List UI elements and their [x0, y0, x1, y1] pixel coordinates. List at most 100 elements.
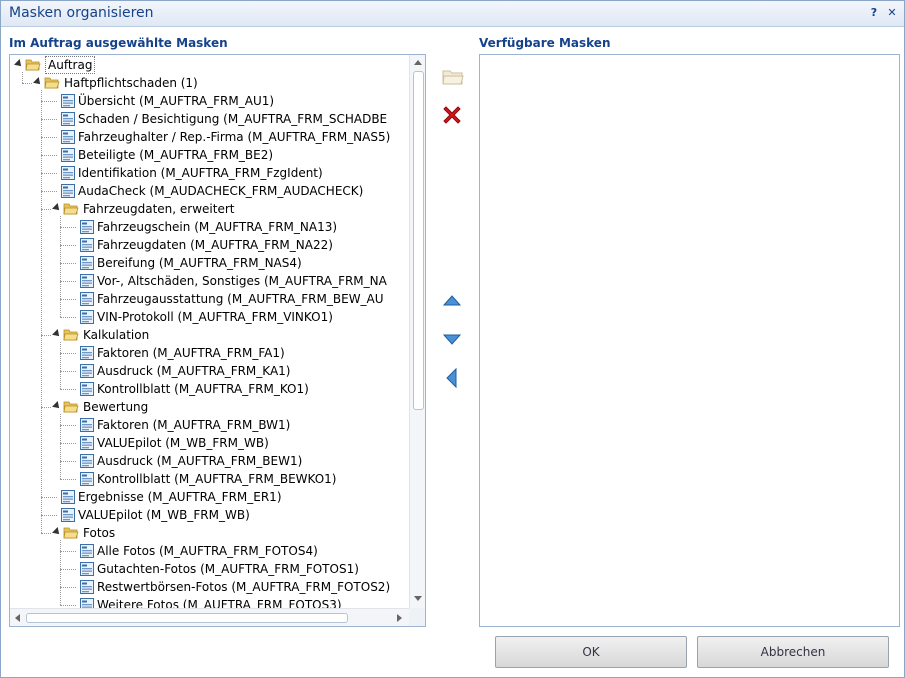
form-mask-icon	[80, 544, 94, 558]
arrow-down-icon	[442, 334, 462, 345]
collapse-triangle-icon[interactable]	[52, 329, 62, 339]
tree-folder-node[interactable]: Auftrag	[10, 56, 409, 74]
vertical-scroll-thumb[interactable]	[413, 71, 424, 410]
tree-mask-node[interactable]: Fahrzeugausstattung (M_AUFTRA_FRM_BEW_AU	[10, 290, 409, 308]
vertical-scrollbar[interactable]	[409, 55, 425, 608]
scroll-up-arrow-icon[interactable]	[414, 60, 422, 65]
tree-folder-node[interactable]: Haftpflichtschaden (1)	[10, 74, 409, 92]
tree-mask-node[interactable]: Faktoren (M_AUFTRA_FRM_FA1)	[10, 344, 409, 362]
form-mask-icon	[80, 472, 94, 486]
tree-mask-node[interactable]: Bereifung (M_AUFTRA_FRM_NAS4)	[10, 254, 409, 272]
tree-mask-node[interactable]: Vor-, Altschäden, Sonstiges (M_AUFTRA_FR…	[10, 272, 409, 290]
dialog-window: Masken organisieren ? ✕ Im Auftrag ausge…	[0, 0, 905, 678]
tree-mask-node[interactable]: Ausdruck (M_AUFTRA_FRM_BEW1)	[10, 452, 409, 470]
help-button[interactable]: ?	[867, 6, 881, 20]
tree-node-label: AudaCheck (M_AUDACHECK_FRM_AUDACHECK)	[78, 184, 364, 198]
tree-mask-node[interactable]: VIN-Protokoll (M_AUFTRA_FRM_VINKO1)	[10, 308, 409, 326]
tree-node-label: Kalkulation	[83, 328, 150, 342]
available-masks-label: Verfügbare Masken	[479, 36, 611, 50]
tree-mask-node[interactable]: VALUEpilot (M_WB_FRM_WB)	[10, 434, 409, 452]
tree-mask-node[interactable]: Übersicht (M_AUFTRA_FRM_AU1)	[10, 92, 409, 110]
folder-open-icon	[63, 527, 79, 539]
folder-open-icon	[63, 329, 79, 341]
collapse-triangle-icon[interactable]	[52, 401, 62, 411]
tree-mask-node[interactable]: Beteiligte (M_AUFTRA_FRM_BE2)	[10, 146, 409, 164]
add-folder-button[interactable]	[441, 65, 465, 87]
folder-open-icon	[63, 203, 79, 215]
tree-mask-node[interactable]: Fahrzeugdaten (M_AUFTRA_FRM_NA22)	[10, 236, 409, 254]
tree-node-label: Fahrzeugschein (M_AUFTRA_FRM_NA13)	[97, 220, 338, 234]
tree-mask-node[interactable]: VALUEpilot (M_WB_FRM_WB)	[10, 506, 409, 524]
form-mask-icon	[80, 580, 94, 594]
tree-connector-line	[41, 90, 42, 533]
form-mask-icon	[61, 184, 75, 198]
tree-mask-node[interactable]: Ergebnisse (M_AUFTRA_FRM_ER1)	[10, 488, 409, 506]
form-mask-icon	[80, 454, 94, 468]
close-button[interactable]: ✕	[885, 6, 899, 20]
tree-node-label: VALUEpilot (M_WB_FRM_WB)	[78, 508, 250, 522]
move-down-button[interactable]	[442, 333, 462, 347]
tree-mask-node[interactable]: Fahrzeughalter / Rep.-Firma (M_AUFTRA_FR…	[10, 128, 409, 146]
scroll-left-arrow-icon[interactable]	[15, 614, 20, 622]
tree-node-label: Schaden / Besichtigung (M_AUFTRA_FRM_SCH…	[78, 112, 388, 126]
tree-mask-node[interactable]: Gutachten-Fotos (M_AUFTRA_FRM_FOTOS1)	[10, 560, 409, 578]
arrow-up-icon	[442, 295, 462, 306]
ok-button[interactable]: OK	[495, 636, 687, 668]
tree-mask-node[interactable]: AudaCheck (M_AUDACHECK_FRM_AUDACHECK)	[10, 182, 409, 200]
tree-node-label: Faktoren (M_AUFTRA_FRM_FA1)	[97, 346, 285, 360]
move-up-button[interactable]	[442, 293, 462, 307]
tree-mask-node[interactable]: Weitere Fotos (M_AUFTRA_FRM_FOTOS3)	[10, 596, 409, 608]
tree-mask-node[interactable]: Identifikation (M_AUFTRA_FRM_FzgIdent)	[10, 164, 409, 182]
tree-connector-line	[60, 414, 61, 479]
horizontal-scroll-thumb[interactable]	[26, 613, 348, 623]
tree-connector-line	[60, 216, 61, 317]
selected-masks-label: Im Auftrag ausgewählte Masken	[9, 36, 228, 50]
tree-mask-node[interactable]: Fahrzeugschein (M_AUFTRA_FRM_NA13)	[10, 218, 409, 236]
tree-mask-node[interactable]: Ausdruck (M_AUFTRA_FRM_KA1)	[10, 362, 409, 380]
tree-connector-line	[60, 342, 61, 389]
selected-masks-tree[interactable]: Auftrag Haftpflichtschaden (1) Übersicht (…	[9, 54, 426, 627]
tree-node-label: Bewertung	[83, 400, 149, 414]
tree-folder-node[interactable]: Fotos	[10, 524, 409, 542]
tree-node-label: Beteiligte (M_AUFTRA_FRM_BE2)	[78, 148, 274, 162]
title-bar: Masken organisieren ? ✕	[1, 1, 904, 27]
window-title: Masken organisieren	[9, 5, 154, 21]
tree-mask-node[interactable]: Kontrollblatt (M_AUFTRA_FRM_KO1)	[10, 380, 409, 398]
tree-node-label: Fahrzeugdaten (M_AUFTRA_FRM_NA22)	[97, 238, 333, 252]
tree-mask-node[interactable]: Restwertbörsen-Fotos (M_AUFTRA_FRM_FOTOS…	[10, 578, 409, 596]
collapse-triangle-icon[interactable]	[33, 77, 43, 87]
form-mask-icon	[61, 508, 75, 522]
form-mask-icon	[80, 220, 94, 234]
tree-folder-node[interactable]: Kalkulation	[10, 326, 409, 344]
tree-node-label: Ergebnisse (M_AUFTRA_FRM_ER1)	[78, 490, 282, 504]
tree-folder-node[interactable]: Bewertung	[10, 398, 409, 416]
remove-mask-button[interactable]	[440, 103, 464, 127]
tree-connector-line	[22, 72, 23, 83]
form-mask-icon	[80, 310, 94, 324]
tree-node-label: Fahrzeughalter / Rep.-Firma (M_AUFTRA_FR…	[78, 130, 391, 144]
tree-node-label: Vor-, Altschäden, Sonstiges (M_AUFTRA_FR…	[97, 274, 387, 288]
collapse-triangle-icon[interactable]	[52, 527, 62, 537]
form-mask-icon	[80, 418, 94, 432]
scroll-down-arrow-icon[interactable]	[414, 596, 422, 601]
tree-node-label: Faktoren (M_AUFTRA_FRM_BW1)	[97, 418, 291, 432]
collapse-triangle-icon[interactable]	[14, 59, 24, 69]
horizontal-scrollbar[interactable]	[10, 608, 409, 626]
move-left-button[interactable]	[444, 367, 460, 389]
form-mask-icon	[61, 94, 75, 108]
form-mask-icon	[61, 490, 75, 504]
cancel-button[interactable]: Abbrechen	[697, 636, 889, 668]
tree-mask-node[interactable]: Faktoren (M_AUFTRA_FRM_BW1)	[10, 416, 409, 434]
form-mask-icon	[80, 274, 94, 288]
tree-node-label: Alle Fotos (M_AUFTRA_FRM_FOTOS4)	[97, 544, 318, 558]
available-masks-list[interactable]	[479, 54, 900, 627]
collapse-triangle-icon[interactable]	[52, 203, 62, 213]
tree-mask-node[interactable]: Kontrollblatt (M_AUFTRA_FRM_BEWKO1)	[10, 470, 409, 488]
tree-mask-node[interactable]: Schaden / Besichtigung (M_AUFTRA_FRM_SCH…	[10, 110, 409, 128]
folder-open-icon	[63, 401, 79, 413]
scroll-right-arrow-icon[interactable]	[397, 614, 402, 622]
tree-mask-node[interactable]: Alle Fotos (M_AUFTRA_FRM_FOTOS4)	[10, 542, 409, 560]
tree-node-label: Gutachten-Fotos (M_AUFTRA_FRM_FOTOS1)	[97, 562, 359, 576]
form-mask-icon	[80, 346, 94, 360]
tree-folder-node[interactable]: Fahrzeugdaten, erweitert	[10, 200, 409, 218]
